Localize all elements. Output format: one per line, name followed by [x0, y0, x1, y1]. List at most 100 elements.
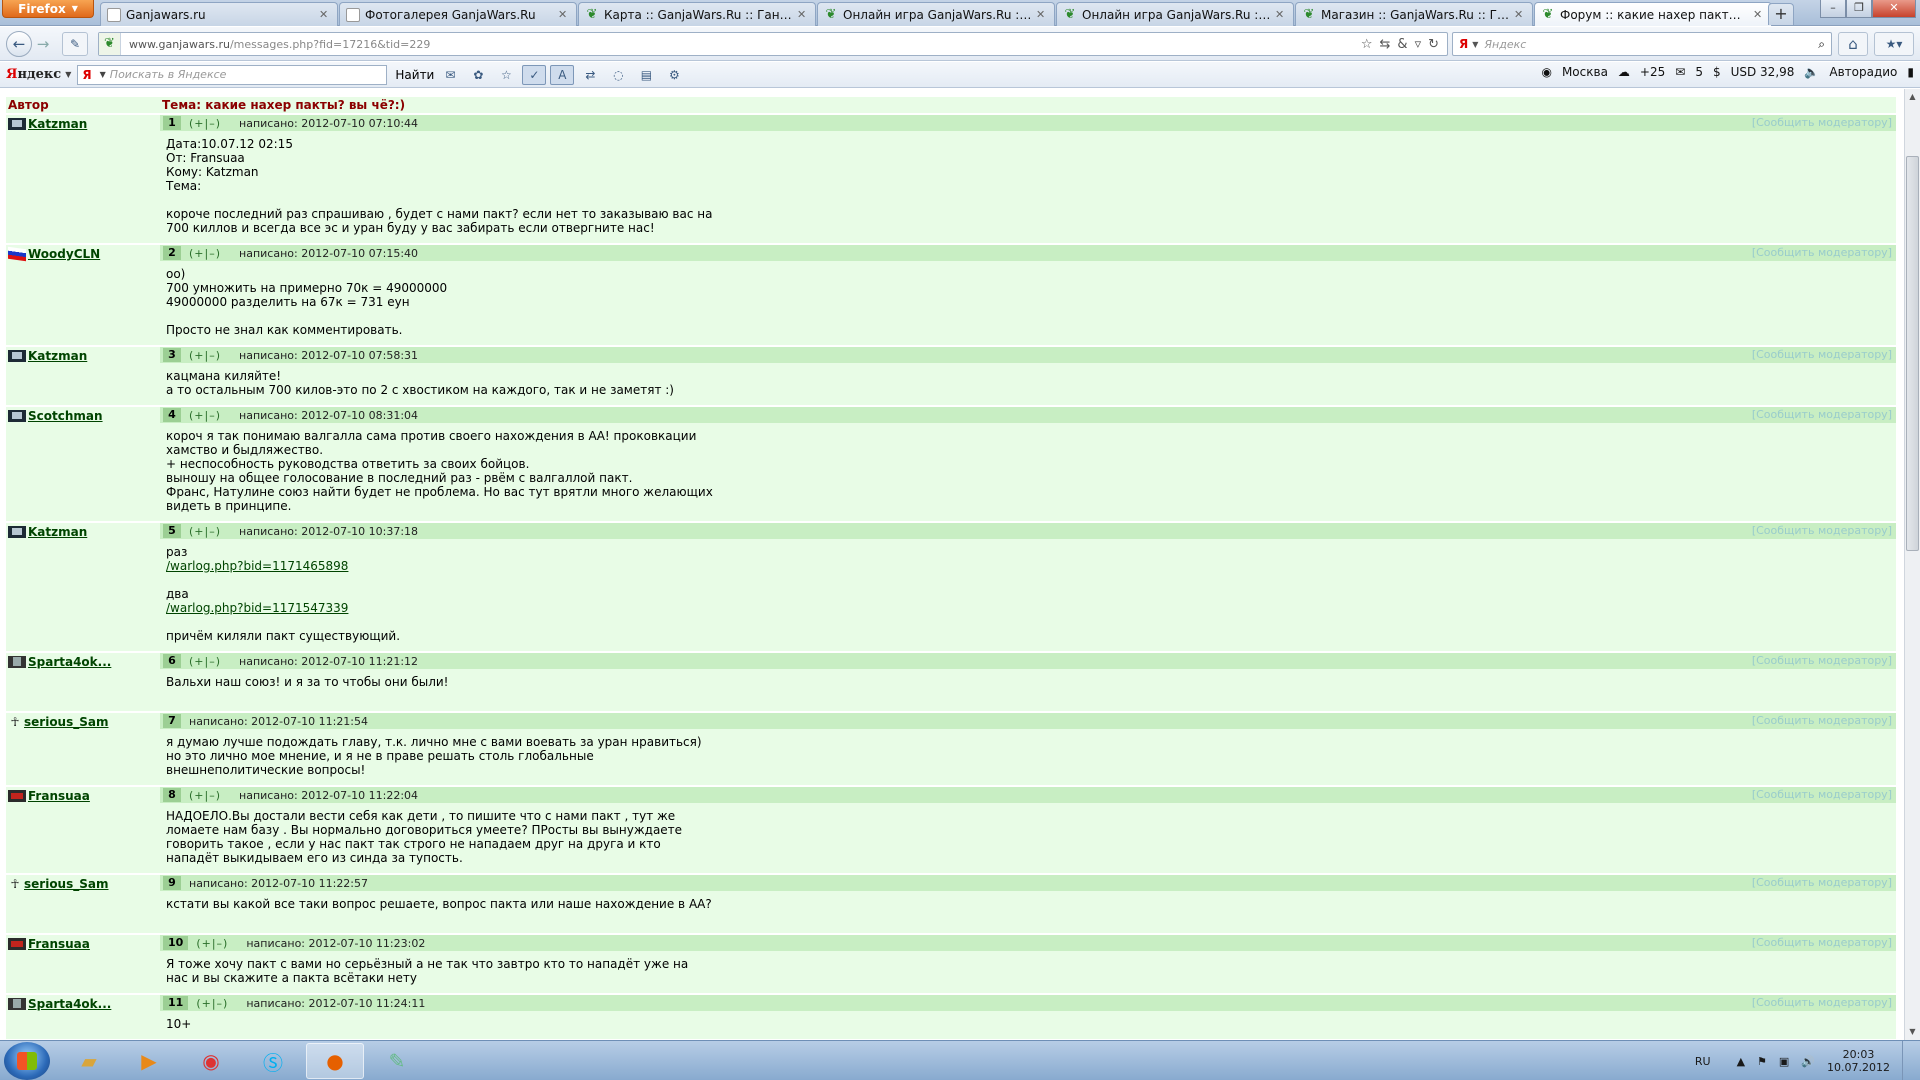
back-button[interactable]: ← [6, 31, 32, 57]
author-name-link[interactable]: Katzman [28, 117, 87, 131]
syndicate-avatar-icon[interactable] [8, 410, 26, 422]
taskbar-firefox[interactable]: ● [306, 1043, 364, 1079]
bookmarks-menu-button[interactable]: ★▾ [1874, 32, 1914, 56]
forward-button[interactable]: → [33, 32, 53, 56]
firefox-menu-button[interactable]: Firefox ▼ [2, 0, 94, 18]
yandex-currency[interactable]: USD 32,98 [1731, 65, 1795, 79]
post-vote-controls[interactable]: (+|–) [189, 409, 221, 422]
clock[interactable]: 20:03 10.07.2012 [1827, 1048, 1890, 1074]
post-vote-controls[interactable]: (+|–) [189, 117, 221, 130]
yandex-mail-count[interactable]: 5 [1695, 65, 1703, 79]
syndicate-avatar-icon[interactable] [8, 998, 26, 1010]
home-button[interactable]: ⌂ [1838, 32, 1868, 56]
post-vote-controls[interactable]: (+|–) [189, 655, 221, 668]
report-moderator-link[interactable]: [Сообщить модератору] [1752, 876, 1892, 889]
author-name-link[interactable]: serious_Sam [24, 715, 109, 729]
author-name-link[interactable]: Fransuaa [28, 937, 90, 951]
tab-close-icon[interactable]: ✕ [558, 8, 570, 21]
report-moderator-link[interactable]: [Сообщить модератору] [1752, 788, 1892, 801]
yandex-search-icon[interactable]: Я [1459, 37, 1468, 51]
taskbar-skype[interactable]: Ⓢ [244, 1043, 302, 1079]
translate-tool-icon[interactable]: ⇄ [578, 65, 602, 85]
post-vote-controls[interactable]: (+|–) [189, 525, 221, 538]
syndicate-avatar-icon[interactable] [8, 938, 26, 950]
tab-close-icon[interactable]: ✕ [1275, 8, 1287, 21]
report-moderator-link[interactable]: [Сообщить модератору] [1752, 524, 1892, 537]
ampersand-icon[interactable]: & [1397, 37, 1407, 52]
magnifier-icon[interactable]: ⌕ [1818, 37, 1825, 52]
vertical-scrollbar[interactable]: ▲ ▼ [1904, 89, 1920, 1040]
search-placeholder[interactable]: Яндекс [1484, 38, 1818, 51]
yandex-city[interactable]: Москва [1562, 65, 1608, 79]
syndicate-avatar-icon[interactable] [8, 350, 26, 362]
report-moderator-link[interactable]: [Сообщить модератору] [1752, 348, 1892, 361]
tab-6[interactable]: ❦ Магазин :: GanjaWars.Ru :: Ганджу... ✕ [1295, 2, 1533, 26]
battle-log-link[interactable]: /warlog.php?bid=1171547339 [166, 601, 348, 615]
scrollbar-thumb[interactable] [1906, 156, 1919, 551]
tab-5[interactable]: ❦ Онлайн игра GanjaWars.Ru :: Ганд... ✕ [1056, 2, 1294, 26]
syndicate-avatar-icon[interactable] [8, 526, 26, 538]
syndicate-avatar-icon[interactable] [8, 656, 26, 668]
yandex-weather[interactable]: +25 [1640, 65, 1665, 79]
post-vote-controls[interactable]: (+|–) [189, 349, 221, 362]
battle-log-link[interactable]: /warlog.php?bid=1171465898 [166, 559, 348, 573]
start-button[interactable] [4, 1042, 50, 1080]
url-bar[interactable]: ❦ www.ganjawars.ru/messages.php?fid=1721… [98, 32, 1448, 56]
minimize-button[interactable]: – [1820, 0, 1846, 18]
scroll-down-arrow-icon[interactable]: ▼ [1905, 1024, 1920, 1040]
network-icon[interactable]: ▣ [1779, 1055, 1789, 1068]
report-moderator-link[interactable]: [Сообщить модератору] [1752, 996, 1892, 1009]
yandex-find-button[interactable]: Найти [395, 68, 434, 82]
tab-4[interactable]: ❦ Онлайн игра GanjaWars.Ru :: Ганд... ✕ [817, 2, 1055, 26]
star-bookmark-icon[interactable]: ☆ [1361, 37, 1373, 52]
yandex-radio[interactable]: Авторадио [1829, 65, 1897, 79]
scroll-up-arrow-icon[interactable]: ▲ [1905, 89, 1920, 105]
report-moderator-link[interactable]: [Сообщить модератору] [1752, 936, 1892, 949]
new-tab-button[interactable]: + [1768, 3, 1794, 25]
comment-tool-icon[interactable]: ◌ [606, 65, 630, 85]
favorites-tool-icon[interactable]: ☆ [494, 65, 518, 85]
author-name-link[interactable]: Scotchman [28, 409, 103, 423]
url-text[interactable]: www.ganjawars.ru/messages.php?fid=17216&… [121, 38, 1361, 51]
apps-tool-icon[interactable]: ✿ [466, 65, 490, 85]
notes-tool-icon[interactable]: ▤ [634, 65, 658, 85]
text-tool-icon[interactable]: A [550, 64, 575, 85]
flag-icon[interactable]: ⚑ [1757, 1055, 1767, 1068]
medal-icon[interactable]: ☥ [8, 716, 22, 728]
report-moderator-link[interactable]: [Сообщить модератору] [1752, 116, 1892, 129]
highlight-tool-icon[interactable]: ✓ [522, 64, 547, 85]
report-moderator-link[interactable]: [Сообщить модератору] [1752, 714, 1892, 727]
post-vote-controls[interactable]: (+|–) [189, 247, 221, 260]
report-moderator-link[interactable]: [Сообщить модератору] [1752, 246, 1892, 259]
report-moderator-link[interactable]: [Сообщить модератору] [1752, 654, 1892, 667]
tab-close-icon[interactable]: ✕ [1036, 8, 1048, 21]
speaker-icon[interactable]: 🔈 [1804, 65, 1819, 79]
close-window-button[interactable]: ✕ [1872, 0, 1916, 18]
post-vote-controls[interactable]: (+|–) [196, 997, 228, 1010]
taskbar-media-player[interactable]: ▶ [120, 1043, 178, 1079]
author-name-link[interactable]: Katzman [28, 525, 87, 539]
show-desktop-button[interactable] [1902, 1041, 1912, 1080]
tab-close-icon[interactable]: ✕ [797, 8, 809, 21]
author-name-link[interactable]: Sparta4ok... [28, 655, 111, 669]
medal-icon[interactable]: ☥ [8, 878, 22, 890]
weather-cloud-icon[interactable]: ☁ [1618, 65, 1630, 79]
currency-icon[interactable]: $ [1713, 65, 1721, 79]
author-name-link[interactable]: Katzman [28, 349, 87, 363]
tab-close-icon[interactable]: ✕ [1753, 8, 1765, 21]
syndicate-avatar-icon[interactable] [8, 790, 26, 802]
tab-7[interactable]: ❦ Форум :: какие нахер пакты? вы ч... ✕ [1534, 2, 1772, 26]
report-moderator-link[interactable]: [Сообщить модератору] [1752, 408, 1892, 421]
chevron-down-icon[interactable]: ▼ [100, 70, 106, 79]
post-vote-controls[interactable]: (+|–) [196, 937, 228, 950]
author-name-link[interactable]: serious_Sam [24, 877, 109, 891]
location-icon[interactable]: ◉ [1541, 65, 1551, 79]
chevron-down-icon[interactable]: ▼ [65, 70, 71, 79]
yandex-logo[interactable]: Яндекс [6, 67, 61, 82]
taskbar-app[interactable]: ✎ [368, 1043, 426, 1079]
tab-1[interactable]: Ganjawars.ru ✕ [100, 2, 338, 26]
tab-2[interactable]: Фотогалерея GanjaWars.Ru ✕ [339, 2, 577, 26]
addon-button[interactable]: ✎ [62, 32, 88, 56]
author-name-link[interactable]: Fransuaa [28, 789, 90, 803]
search-bar[interactable]: Я ▼ Яндекс ⌕ [1452, 32, 1832, 56]
